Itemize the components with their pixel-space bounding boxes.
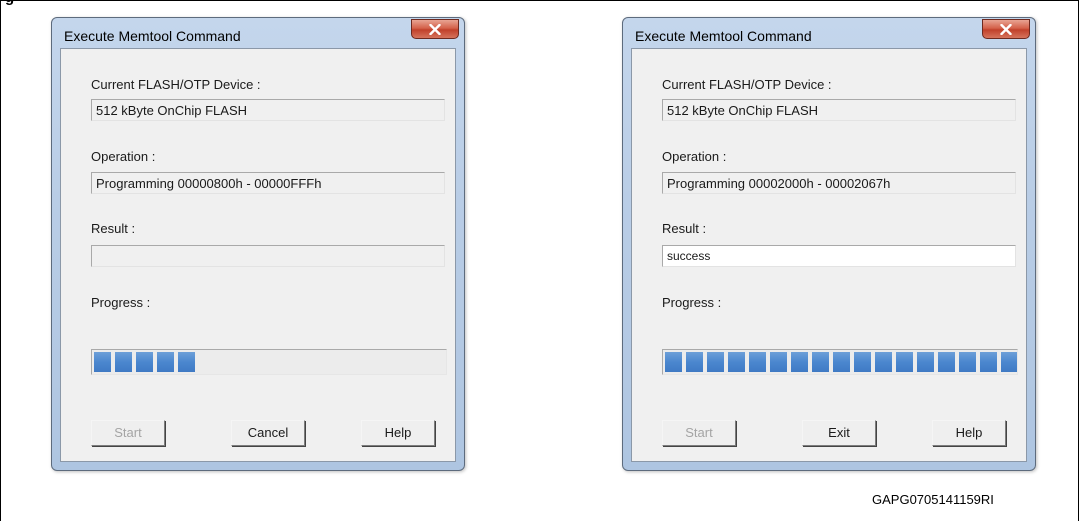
figure-code: GAPG0705141159RI <box>872 492 994 507</box>
progress-segment <box>178 352 195 372</box>
progress-segment <box>896 352 913 372</box>
right-dialog-title: Execute Memtool Command <box>635 28 812 44</box>
right-operation-field: Programming 00002000h - 00002067h <box>662 172 1016 194</box>
right-result-label: Result : <box>662 221 707 236</box>
right-device-label: Current FLASH/OTP Device : <box>662 77 832 92</box>
progress-segment <box>136 352 153 372</box>
left-progress-label: Progress : <box>91 295 151 310</box>
left-result-label: Result : <box>91 221 136 236</box>
left-device-label: Current FLASH/OTP Device : <box>91 77 261 92</box>
progress-segment <box>854 352 871 372</box>
left-dialog-client: Current FLASH/OTP Device : 512 kByte OnC… <box>60 48 456 462</box>
right-progress-bar <box>662 349 1018 375</box>
progress-segment <box>875 352 892 372</box>
left-dialog-titlebar[interactable]: Execute Memtool Command <box>52 18 464 48</box>
progress-segment <box>115 352 132 372</box>
progress-segment <box>1001 352 1017 372</box>
progress-segment <box>791 352 808 372</box>
right-dialog-window: Execute Memtool Command Current FLASH/OT… <box>622 17 1036 471</box>
right-dialog-client: Current FLASH/OTP Device : 512 kByte OnC… <box>631 48 1027 462</box>
left-start-button[interactable]: Start <box>91 420 165 446</box>
progress-segment <box>833 352 850 372</box>
progress-segment <box>157 352 174 372</box>
left-device-field: 512 kByte OnChip FLASH <box>91 99 445 121</box>
left-cancel-button[interactable]: Cancel <box>231 420 305 446</box>
left-close-button[interactable] <box>411 19 459 39</box>
progress-segment <box>94 352 111 372</box>
close-x-icon <box>429 24 441 35</box>
left-result-field <box>91 245 445 267</box>
left-operation-field: Programming 00000800h - 00000FFFh <box>91 172 445 194</box>
progress-segment <box>749 352 766 372</box>
progress-segment <box>770 352 787 372</box>
left-progress-bar <box>91 349 447 375</box>
right-operation-label: Operation : <box>662 149 727 164</box>
right-start-button[interactable]: Start <box>662 420 736 446</box>
right-help-button[interactable]: Help <box>932 420 1006 446</box>
progress-segment <box>665 352 682 372</box>
progress-segment <box>938 352 955 372</box>
left-operation-label: Operation : <box>91 149 156 164</box>
right-exit-button[interactable]: Exit <box>802 420 876 446</box>
progress-segment <box>959 352 976 372</box>
right-progress-label: Progress : <box>662 295 722 310</box>
left-dialog-title: Execute Memtool Command <box>64 28 241 44</box>
right-result-field: success <box>662 245 1016 267</box>
progress-segment <box>728 352 745 372</box>
progress-segment <box>980 352 997 372</box>
left-help-button[interactable]: Help <box>361 420 435 446</box>
progress-segment <box>812 352 829 372</box>
right-dialog-titlebar[interactable]: Execute Memtool Command <box>623 18 1035 48</box>
right-device-field: 512 kByte OnChip FLASH <box>662 99 1016 121</box>
progress-segment <box>707 352 724 372</box>
close-x-icon <box>1000 24 1012 35</box>
progress-segment <box>686 352 703 372</box>
figure-heading-fragment: g <box>5 0 14 6</box>
progress-segment <box>917 352 934 372</box>
right-close-button[interactable] <box>982 19 1030 39</box>
left-dialog-window: Execute Memtool Command Current FLASH/OT… <box>51 17 465 471</box>
